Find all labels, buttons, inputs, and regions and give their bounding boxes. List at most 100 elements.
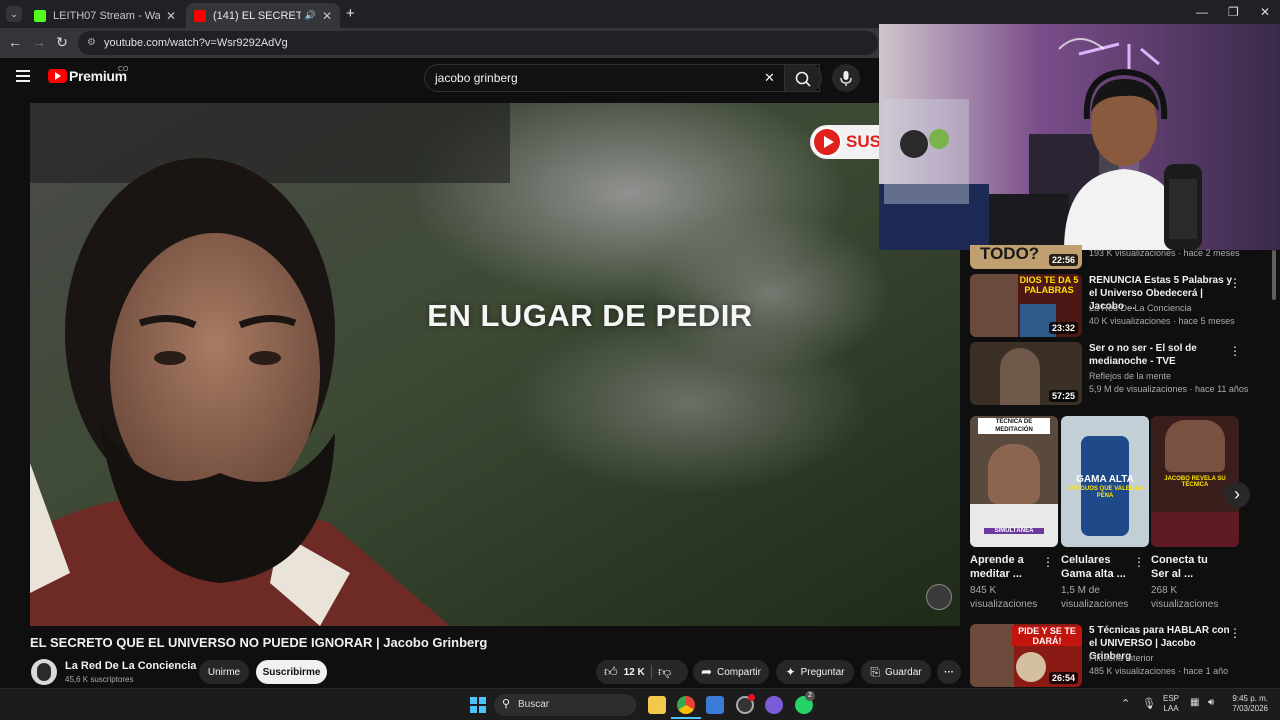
- streamlabs-icon[interactable]: [765, 696, 783, 714]
- thumbnail-face: [1165, 420, 1225, 472]
- file-explorer-icon[interactable]: [648, 696, 666, 714]
- thumbnail-face: [988, 444, 1040, 504]
- chevron-up-icon[interactable]: ⌃: [1121, 697, 1130, 710]
- subscribe-button[interactable]: Suscribirme: [256, 660, 327, 684]
- more-options-icon[interactable]: ⋮: [1229, 626, 1241, 640]
- thumbnail-bottom: [1151, 512, 1239, 547]
- video-meta: 485 K visualizaciones · hace 1 año: [1089, 666, 1229, 676]
- taskbar-search[interactable]: ⚲ Buscar: [494, 694, 636, 716]
- video-channel[interactable]: Filosofía Interior: [1089, 653, 1154, 663]
- tab-youtube-video[interactable]: (141) EL SECRETO QUE EL U 🔊 ✕: [186, 3, 340, 28]
- minimize-button[interactable]: —: [1196, 5, 1208, 19]
- site-info-icon[interactable]: ⚙: [87, 31, 96, 55]
- restore-button[interactable]: ❐: [1228, 5, 1239, 19]
- thumbnail-text: SIMULTÁNEA: [984, 528, 1044, 534]
- join-button[interactable]: Unirme: [199, 660, 249, 684]
- thumbs-up-icon[interactable]: 👍︎: [604, 664, 618, 680]
- sparkle-icon: ✦: [785, 665, 796, 679]
- volume-icon[interactable]: 🔊︎: [1208, 697, 1214, 708]
- video-title[interactable]: Ser o no ser - El sol de medianoche - TV…: [1089, 342, 1239, 368]
- related-video-card[interactable]: PIDE Y SE TE DARÁ! 26:54 5 Técnicas para…: [970, 624, 1270, 687]
- short-thumbnail: JACOBO REVELA SU TÉCNICA: [1151, 416, 1239, 547]
- search-query: jacobo grinberg: [435, 71, 518, 85]
- related-video-card-partial[interactable]: TODO? 22:56 193 K visualizaciones · hace…: [970, 245, 1270, 269]
- microsoft-store-icon[interactable]: [706, 696, 724, 714]
- video-channel[interactable]: La Red De La Conciencia: [1089, 303, 1192, 313]
- webcam-frame: [879, 24, 1280, 250]
- like-count[interactable]: 12 K: [624, 667, 645, 678]
- forward-icon[interactable]: →: [30, 34, 48, 50]
- thumbnail-symbol: [1016, 652, 1046, 682]
- clock[interactable]: 9:45 p. m. 7/03/2026: [1226, 694, 1268, 714]
- video-duration: 23:32: [1048, 322, 1078, 334]
- tab-search-button[interactable]: ⌄: [6, 6, 22, 22]
- search-icon: ⚲: [502, 698, 511, 710]
- reload-icon[interactable]: ↻: [53, 34, 71, 51]
- thumbnail-text: TODO?: [980, 245, 1040, 263]
- close-tab-icon[interactable]: ✕: [166, 9, 176, 23]
- windows-start-icon[interactable]: [470, 697, 486, 713]
- sidebar-scrollbar[interactable]: [1272, 250, 1276, 300]
- ask-label: Preguntar: [800, 666, 845, 678]
- video-meta: 40 K visualizaciones · hace 5 meses: [1089, 316, 1235, 326]
- chrome-icon[interactable]: [677, 696, 695, 714]
- close-window-button[interactable]: ✕: [1260, 5, 1270, 19]
- video-channel[interactable]: Reflejos de la mente: [1089, 371, 1171, 381]
- short-views: 268 K visualizaciones: [1151, 585, 1219, 610]
- more-options-icon[interactable]: ⋮: [1133, 555, 1145, 569]
- bookmark-icon: ⎘: [870, 664, 880, 679]
- obs-icon[interactable]: [736, 694, 755, 714]
- search-button[interactable]: [784, 64, 822, 92]
- notification-dot: [748, 694, 755, 701]
- search-input[interactable]: jacobo grinberg: [424, 64, 820, 92]
- new-tab-button[interactable]: +: [346, 5, 355, 22]
- short-title[interactable]: Aprende a meditar ...: [970, 553, 1042, 581]
- video-player[interactable]: EN LUGAR DE PEDIR SUSC: [30, 103, 960, 626]
- shorts-next-button[interactable]: ›: [1224, 482, 1250, 508]
- clear-search-icon[interactable]: ✕: [764, 70, 775, 86]
- more-options-icon[interactable]: ⋮: [1042, 555, 1054, 569]
- tab-title: LEITH07 Stream - Watch Live o: [53, 9, 160, 22]
- more-options-icon[interactable]: ⋮: [1229, 344, 1241, 358]
- notification-badge: 2: [805, 691, 815, 701]
- menu-icon[interactable]: [16, 70, 30, 82]
- video-meta: 193 K visualizaciones · hace 2 meses: [1089, 248, 1240, 258]
- audio-playing-icon[interactable]: 🔊: [305, 10, 316, 21]
- tab-leith07-stream[interactable]: LEITH07 Stream - Watch Live o ✕: [26, 3, 184, 28]
- clock-time: 9:45 p. m.: [1232, 694, 1268, 703]
- thumbnail-person: [1000, 348, 1040, 405]
- microphone-icon[interactable]: 🎙︎: [1142, 697, 1156, 710]
- close-tab-icon[interactable]: ✕: [322, 9, 332, 23]
- thumbnail-shirt: [970, 504, 1058, 547]
- save-label: Guardar: [884, 666, 922, 678]
- language-indicator[interactable]: ESP LAA: [1163, 694, 1179, 714]
- more-actions-button[interactable]: ···: [937, 660, 961, 684]
- video-thumbnail: TODO? 22:56: [970, 245, 1082, 269]
- share-icon: ➦: [701, 664, 712, 679]
- short-title[interactable]: Celulares Gama alta ...: [1061, 553, 1133, 581]
- share-label: Compartir: [717, 666, 761, 678]
- thumbnail-face: [970, 624, 1014, 687]
- channel-avatar[interactable]: [31, 659, 57, 685]
- thumbnail-face: [970, 274, 1018, 337]
- more-options-icon[interactable]: ⋮: [1229, 276, 1241, 290]
- share-button[interactable]: ➦ Compartir: [693, 660, 769, 684]
- whatsapp-icon[interactable]: 2: [795, 691, 815, 714]
- related-video-card[interactable]: 57:25 Ser o no ser - El sol de medianoch…: [970, 342, 1270, 405]
- video-title-main: EL SECRETO QUE EL UNIVERSO NO PUEDE IGNO…: [30, 635, 488, 650]
- network-icon[interactable]: ▦: [1190, 697, 1199, 708]
- voice-search-button[interactable]: [832, 64, 860, 92]
- youtube-logo-icon[interactable]: [48, 69, 67, 83]
- video-duration: 22:56: [1048, 254, 1078, 266]
- related-video-card[interactable]: DIOS TE DA 5 PALABRAS 23:32 RENUNCIA Est…: [970, 274, 1270, 337]
- url-text: youtube.com/watch?v=Wsr9292AdVg: [104, 37, 288, 49]
- address-bar[interactable]: ⚙ youtube.com/watch?v=Wsr9292AdVg: [78, 31, 878, 55]
- short-title[interactable]: Conecta tu Ser al ...: [1151, 553, 1223, 581]
- save-button[interactable]: ⎘ Guardar: [861, 660, 931, 684]
- ask-button[interactable]: ✦ Preguntar: [776, 660, 854, 684]
- back-icon[interactable]: ←: [6, 34, 24, 50]
- active-app-indicator: [671, 717, 701, 719]
- channel-name[interactable]: La Red De La Conciencia: [65, 660, 196, 672]
- channel-watermark[interactable]: [926, 584, 952, 610]
- thumbs-down-icon[interactable]: 👎︎: [658, 664, 671, 680]
